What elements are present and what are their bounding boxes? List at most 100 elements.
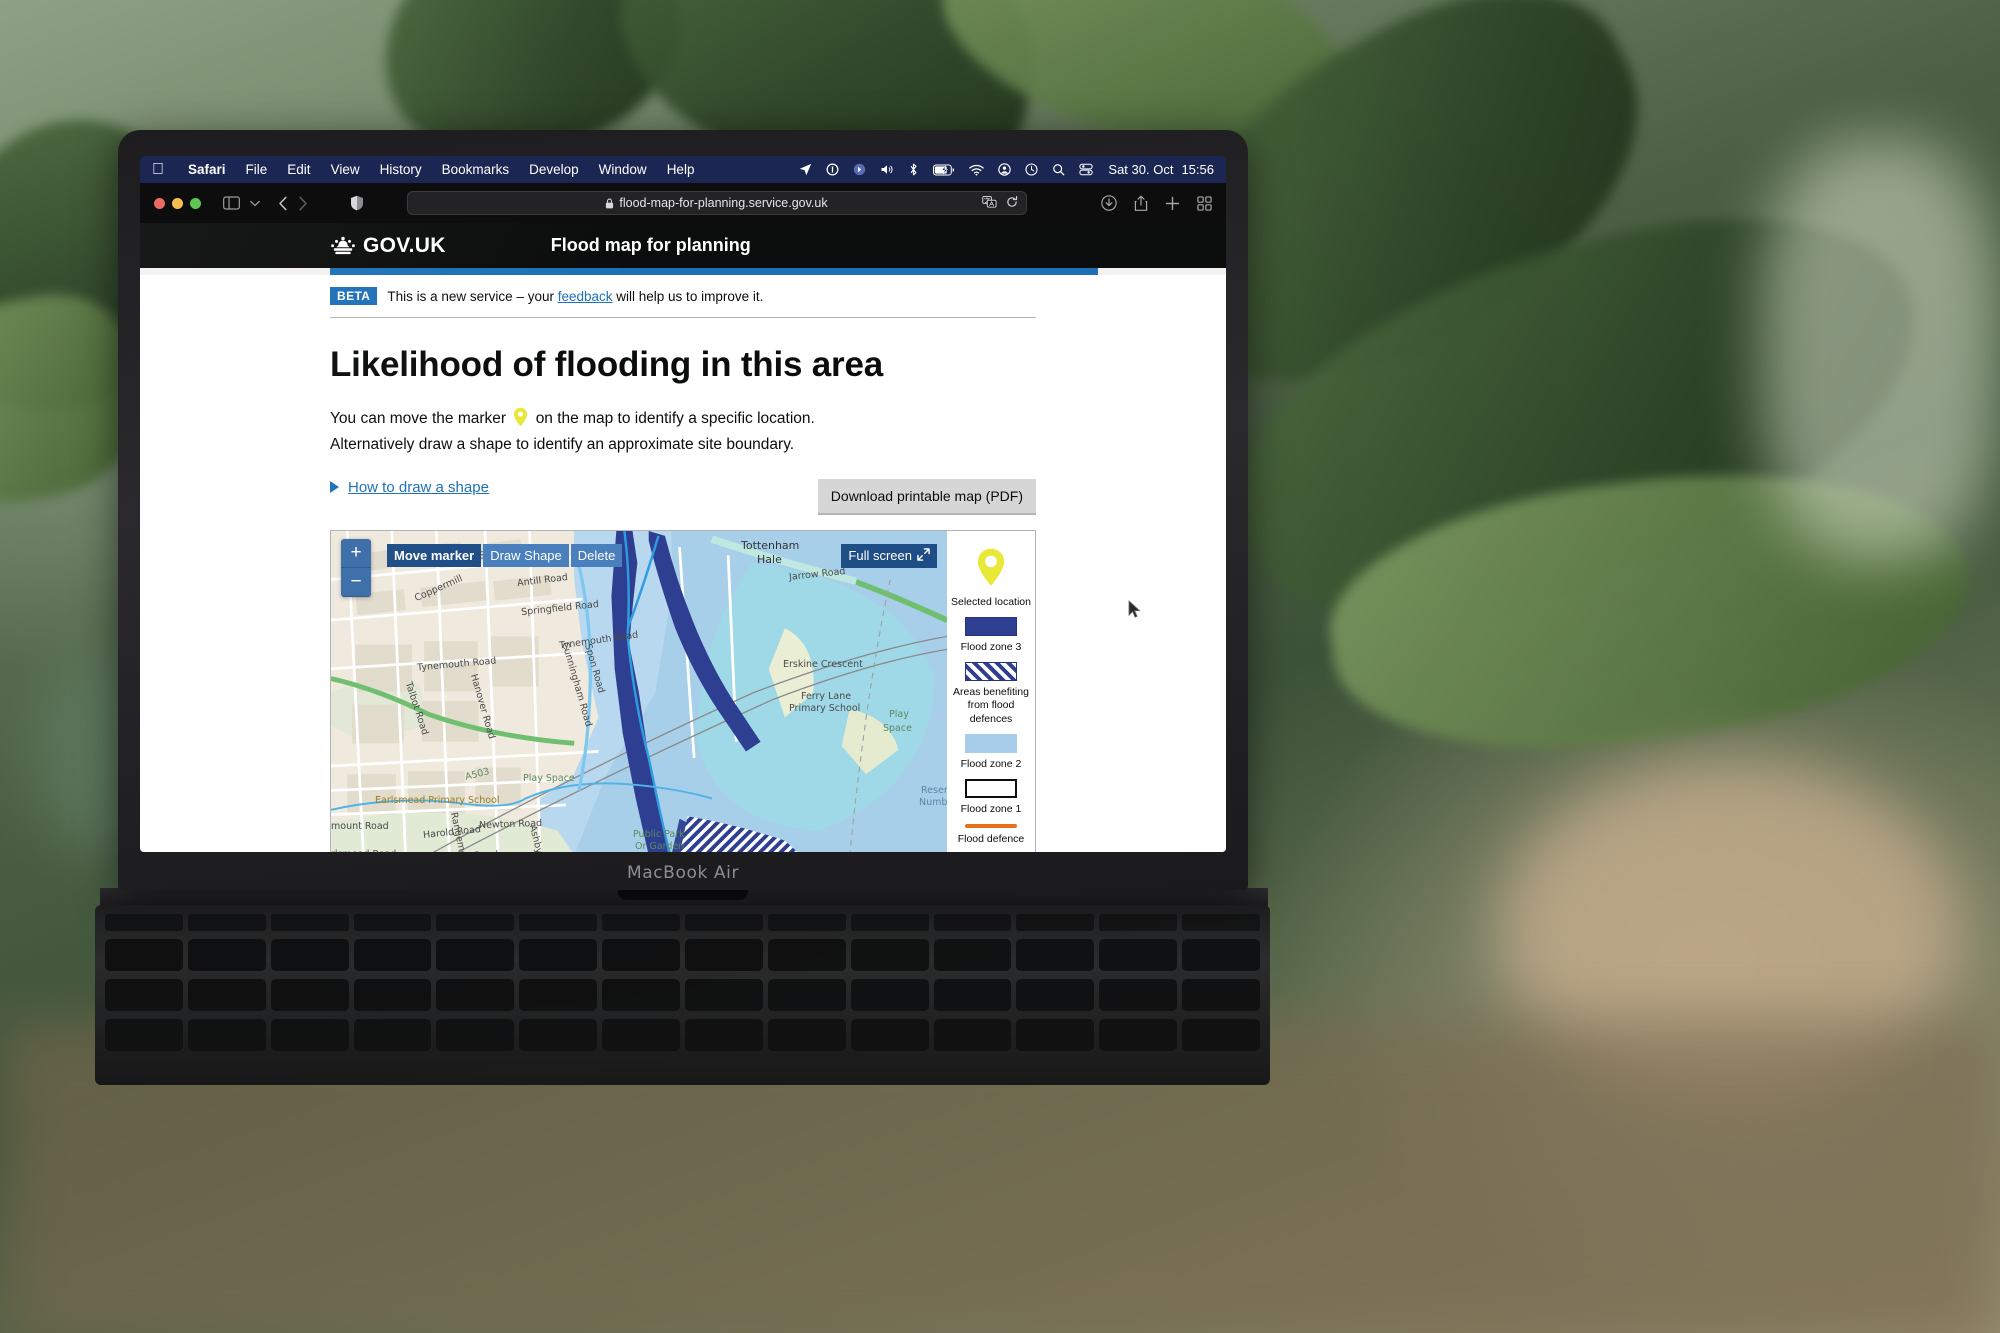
how-to-draw-a-shape-details[interactable]: How to draw a shape (330, 479, 489, 496)
menu-item-window[interactable]: Window (589, 162, 657, 177)
menu-item-safari[interactable]: Safari (178, 162, 236, 177)
apple-icon[interactable]:  (152, 161, 164, 178)
phase-banner-text: This is a new service – your feedback wi… (387, 289, 763, 304)
map-basemap (331, 530, 947, 852)
govuk-logo[interactable]: GOV.UK (330, 234, 446, 258)
back-chevron-icon[interactable] (278, 196, 288, 211)
menu-bar-time[interactable]: 15:56 (1173, 162, 1214, 177)
feedback-link[interactable]: feedback (558, 289, 613, 304)
menu-item-file[interactable]: File (236, 162, 278, 177)
full-screen-button[interactable]: Full screen (841, 543, 937, 568)
address-bar-actions (981, 195, 1018, 211)
map-marker-icon (513, 407, 528, 434)
legend-label-flood-zone-3: Flood zone 3 (960, 641, 1022, 654)
laptop-lid:  Safari File Edit View History Bookmark… (118, 130, 1248, 890)
sidebar-toggle-icon[interactable] (223, 196, 240, 210)
time-machine-icon[interactable] (1018, 163, 1045, 176)
menu-item-history[interactable]: History (370, 162, 432, 177)
flood-map[interactable]: Stainby RoadAntill RoadCoppermillSpringf… (331, 530, 947, 852)
forward-chevron-icon[interactable] (298, 196, 308, 211)
volume-icon[interactable] (873, 163, 901, 176)
safari-toolbar: flood-map-for-planning.service.gov.uk (140, 183, 1226, 223)
govuk-blue-bar (330, 268, 1098, 275)
draw-shape-button[interactable]: Draw Shape (483, 543, 569, 567)
device-brand-label: MacBook Air (626, 863, 740, 883)
toolbar-right-actions (1101, 195, 1212, 212)
lede-line2: Alternatively draw a shape to identify a… (330, 436, 795, 454)
privacy-shield-icon[interactable] (350, 195, 364, 211)
legend-swatch-flood-zone-1 (965, 778, 1017, 798)
mouse-cursor (1128, 600, 1141, 624)
legend-swatch-flood-zone-2 (965, 733, 1017, 753)
legend-label-flood-zone-1: Flood zone 1 (960, 802, 1022, 815)
address-bar[interactable]: flood-map-for-planning.service.gov.uk (406, 191, 1027, 215)
legend-label-flood-defence: Flood defence (957, 832, 1025, 845)
map-zoom-in-button[interactable]: + (341, 538, 371, 568)
map-zoom-controls[interactable]: + − (341, 538, 371, 597)
lede-line1-before: You can move the marker (330, 410, 507, 427)
web-page: GOV.UK Flood map for planning BETA This … (140, 223, 1226, 852)
download-printable-map-button[interactable]: Download printable map (PDF) (817, 478, 1036, 515)
lede-line1-after: on the map to identify a specific locati… (535, 410, 815, 427)
full-screen-label: Full screen (848, 548, 912, 564)
map-legend: Selected location Flood zone 3 Areas ben… (947, 530, 1035, 852)
reload-icon[interactable] (1006, 195, 1018, 211)
laptop-screen:  Safari File Edit View History Bookmark… (140, 156, 1226, 852)
screen-mirroring-icon[interactable] (846, 163, 873, 176)
menu-item-edit[interactable]: Edit (277, 162, 320, 177)
menu-item-bookmarks[interactable]: Bookmarks (432, 162, 520, 177)
phase-text-after: will help us to improve it. (616, 288, 764, 304)
minimize-window-button[interactable] (172, 197, 183, 209)
lede-paragraph: You can move the marker on the map to id… (330, 407, 1036, 457)
lock-icon (605, 198, 614, 209)
status-badge: BETA (330, 287, 378, 305)
details-triangle-icon (330, 481, 339, 494)
page-title: Likelihood of flooding in this area (330, 345, 884, 384)
control-center-icon[interactable] (1072, 163, 1100, 176)
page-content: BETA This is a new service – your feedba… (140, 275, 1226, 852)
do-not-disturb-icon[interactable] (819, 163, 846, 176)
actions-row: How to draw a shape Download printable m… (330, 478, 1036, 515)
bluetooth-icon[interactable] (901, 163, 926, 176)
expand-arrows-icon (917, 548, 930, 564)
move-marker-button[interactable]: Move marker (387, 543, 482, 567)
phase-banner: BETA This is a new service – your feedba… (330, 275, 1036, 318)
menu-bar-date[interactable]: Sat 30. Oct (1100, 162, 1173, 177)
legend-label-selected-location: Selected location (951, 596, 1031, 609)
govuk-brand-text: GOV.UK (363, 233, 446, 257)
downloads-icon[interactable] (1101, 195, 1117, 211)
menu-item-view[interactable]: View (321, 162, 370, 177)
close-window-button[interactable] (154, 197, 165, 209)
wifi-icon[interactable] (962, 164, 991, 176)
legend-swatch-areas-benefiting (965, 662, 1017, 682)
service-name: Flood map for planning (550, 235, 751, 255)
user-account-icon[interactable] (991, 163, 1018, 176)
macos-menu-bar:  Safari File Edit View History Bookmark… (140, 156, 1226, 183)
window-traffic-lights[interactable] (154, 197, 201, 209)
search-icon[interactable] (1045, 163, 1072, 176)
tab-overview-icon[interactable] (1197, 195, 1212, 211)
map-zoom-out-button[interactable]: − (341, 567, 371, 597)
translate-icon[interactable] (981, 195, 997, 211)
legend-swatch-flood-zone-3 (965, 617, 1017, 637)
share-icon[interactable] (1134, 195, 1148, 212)
details-summary-label: How to draw a shape (348, 478, 489, 496)
legend-swatch-flood-defence (965, 823, 1017, 828)
maximize-window-button[interactable] (190, 197, 201, 209)
new-tab-icon[interactable] (1165, 196, 1180, 211)
govuk-crown-icon (331, 236, 355, 254)
sidebar-dropdown-chevron-icon[interactable] (250, 200, 260, 207)
location-arrow-icon[interactable] (792, 163, 819, 176)
address-bar-url: flood-map-for-planning.service.gov.uk (619, 196, 828, 210)
govuk-header: GOV.UK Flood map for planning (140, 223, 1226, 268)
laptop-device:  Safari File Edit View History Bookmark… (100, 130, 1268, 918)
menu-item-help[interactable]: Help (657, 162, 705, 177)
menu-item-develop[interactable]: Develop (519, 162, 589, 177)
map-tool-buttons: Move marker Draw Shape Delete (387, 543, 623, 567)
laptop-keyboard (95, 905, 1270, 1085)
legend-label-flood-zone-2: Flood zone 2 (960, 757, 1022, 770)
battery-charging-icon[interactable] (926, 164, 962, 176)
legend-swatch-selected-location (976, 547, 1006, 591)
delete-button[interactable]: Delete (570, 543, 623, 567)
legend-label-areas-benefiting: Areas benefiting from flood defences (953, 686, 1029, 725)
